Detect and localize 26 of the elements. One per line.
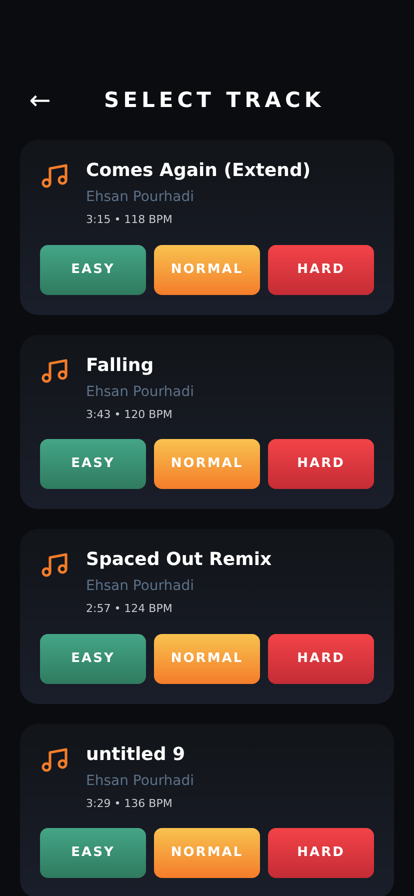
- difficulty-button[interactable]: EASY: [40, 828, 146, 878]
- track-artist: Ehsan Pourhadi: [86, 188, 196, 207]
- difficulty-button[interactable]: EASY: [40, 634, 146, 684]
- difficulty-button[interactable]: EASY: [40, 244, 146, 294]
- difficulty-button[interactable]: NORMAL: [154, 439, 260, 489]
- difficulty-button[interactable]: NORMAL: [154, 634, 260, 684]
- back-button[interactable]: ←: [28, 88, 52, 114]
- page-title: SELECT TRACK: [104, 87, 325, 114]
- track-meta: 3:43 • 120 BPM: [86, 406, 174, 422]
- track-title: Comes Again (Extend): [86, 160, 311, 182]
- difficulty-button[interactable]: EASY: [40, 439, 146, 489]
- difficulty-button[interactable]: HARD: [268, 439, 374, 489]
- track-meta: 3:29 • 136 BPM: [86, 796, 174, 812]
- difficulty-button[interactable]: HARD: [268, 634, 374, 684]
- track-title: Falling: [86, 354, 155, 376]
- track-title: Spaced Out Remix: [86, 549, 272, 571]
- difficulty-button[interactable]: HARD: [268, 244, 374, 294]
- difficulty-button[interactable]: NORMAL: [154, 244, 260, 294]
- track-meta: 3:15 • 118 BPM: [86, 212, 174, 228]
- track-title: untitled 9: [86, 744, 186, 766]
- track-artist: Ehsan Pourhadi: [86, 577, 196, 596]
- difficulty-button[interactable]: HARD: [268, 828, 374, 878]
- track-artist: Ehsan Pourhadi: [86, 772, 194, 790]
- track-meta: 2:57 • 124 BPM: [86, 601, 174, 617]
- track-artist: Ehsan Pourhadi: [86, 382, 194, 402]
- difficulty-button[interactable]: NORMAL: [154, 828, 260, 878]
